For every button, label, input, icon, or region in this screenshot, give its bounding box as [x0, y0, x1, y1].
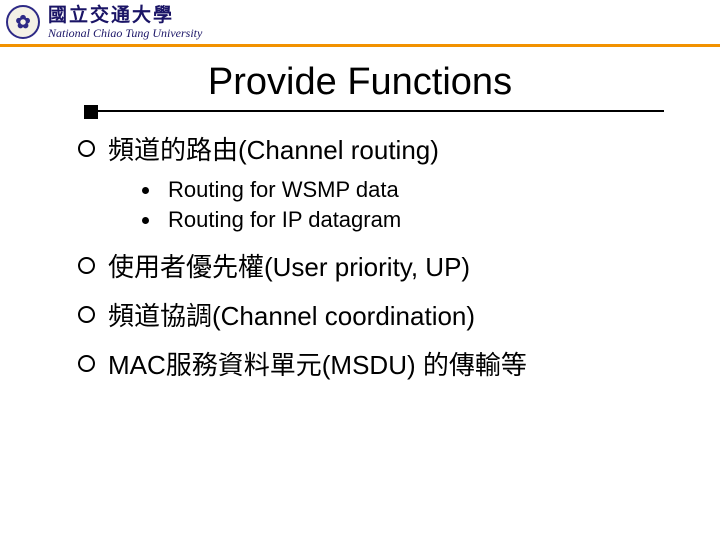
bullet-text: 頻道的路由(Channel routing): [108, 135, 439, 165]
sub-bullet-text: Routing for WSMP data: [168, 177, 399, 202]
list-item: Routing for WSMP data: [164, 177, 680, 203]
title-underline-row: [0, 110, 720, 112]
university-name-zh: 國立交通大學: [48, 6, 202, 25]
bullet-text: 頻道協調(Channel coordination): [108, 301, 475, 331]
list-item: 頻道協調(Channel coordination): [104, 296, 680, 333]
body: 頻道的路由(Channel routing) Routing for WSMP …: [0, 112, 720, 382]
university-name-en: National Chiao Tung University: [48, 27, 202, 39]
list-item: 頻道的路由(Channel routing) Routing for WSMP …: [104, 130, 680, 233]
header-bar-orange: [0, 44, 720, 47]
list-item: 使用者優先權(User priority, UP): [104, 247, 680, 284]
title-area: Provide Functions: [0, 61, 720, 104]
title-square-icon: [84, 105, 98, 119]
logo-glyph: ✿: [15, 12, 30, 33]
list-item: MAC服務資料單元(MSDU) 的傳輸等: [104, 345, 680, 382]
bullet-text: MAC服務資料單元(MSDU) 的傳輸等: [108, 350, 527, 380]
slide: ✿ 國立交通大學 National Chiao Tung University …: [0, 0, 720, 540]
bullet-list: 頻道的路由(Channel routing) Routing for WSMP …: [104, 130, 680, 382]
bullet-text: 使用者優先權(User priority, UP): [108, 252, 470, 282]
university-name-block: 國立交通大學 National Chiao Tung University: [48, 6, 202, 39]
header-separator: [0, 44, 720, 47]
university-logo-icon: ✿: [6, 5, 40, 39]
list-item: Routing for IP datagram: [164, 207, 680, 233]
slide-title: Provide Functions: [208, 61, 512, 104]
header: ✿ 國立交通大學 National Chiao Tung University: [0, 0, 720, 44]
title-underline: [98, 110, 664, 112]
sub-bullet-list: Routing for WSMP data Routing for IP dat…: [164, 177, 680, 233]
sub-bullet-text: Routing for IP datagram: [168, 207, 401, 232]
